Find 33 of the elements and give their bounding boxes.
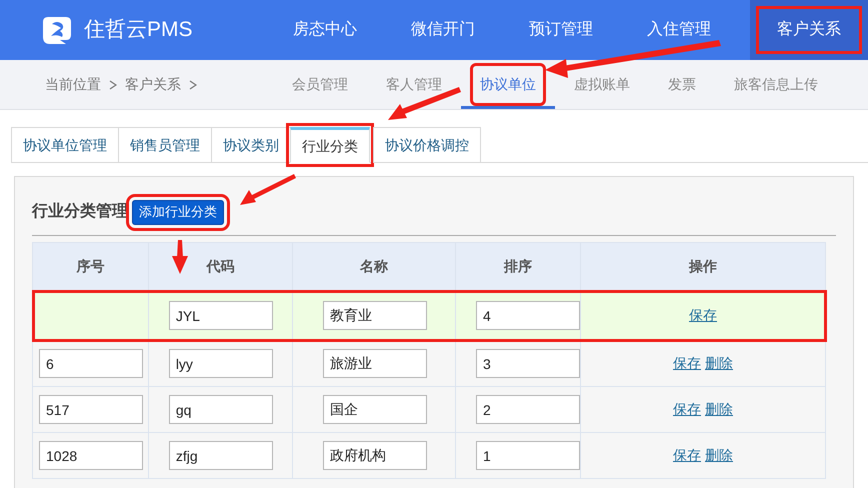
input-field[interactable]: 国企	[323, 395, 428, 424]
input-field[interactable]: 政府机构	[323, 441, 428, 470]
input-field[interactable]: 6	[39, 349, 143, 378]
brand-name: 住哲云PMS	[84, 17, 193, 44]
input-field[interactable]: zfjg	[168, 441, 273, 470]
input-field[interactable]: 教育业	[323, 301, 428, 330]
input-field[interactable]: 1	[476, 441, 580, 470]
action-link[interactable]: 保存	[673, 401, 701, 417]
nav-tab[interactable]: 预订管理	[502, 0, 620, 60]
tab[interactable]: 协议单位管理	[11, 127, 119, 163]
subnav-tab[interactable]: 协议单位	[473, 66, 543, 103]
input-field[interactable]: lyy	[168, 349, 273, 378]
input-field[interactable]: JYL	[168, 301, 273, 330]
action-link[interactable]: 删除	[705, 401, 733, 417]
input-field[interactable]: 1028	[39, 441, 143, 470]
tab[interactable]: 协议价格调控	[373, 127, 481, 163]
input-field[interactable]: 517	[39, 395, 143, 424]
nav-tab[interactable]: 入住管理	[620, 0, 738, 60]
nav-tab[interactable]: 微信开门	[384, 0, 502, 60]
action-link[interactable]: 保存	[689, 307, 717, 323]
breadcrumb-item: 当前位置	[45, 75, 101, 94]
input-field[interactable]: 旅游业	[323, 349, 428, 378]
input-field[interactable]: 3	[476, 349, 580, 378]
input-field[interactable]: 4	[476, 301, 580, 330]
input-field[interactable]: gq	[168, 395, 273, 424]
nav-tab[interactable]: 房态中心	[266, 0, 384, 60]
action-link[interactable]: 删除	[705, 447, 733, 463]
action-link[interactable]: 保存	[673, 447, 701, 463]
input-field[interactable]: 2	[476, 395, 580, 424]
nav-tab[interactable]: 客户关系	[750, 0, 868, 60]
action-link[interactable]: 保存	[673, 355, 701, 371]
breadcrumb-item: 客户关系	[125, 75, 181, 94]
action-link[interactable]: 删除	[705, 355, 733, 371]
